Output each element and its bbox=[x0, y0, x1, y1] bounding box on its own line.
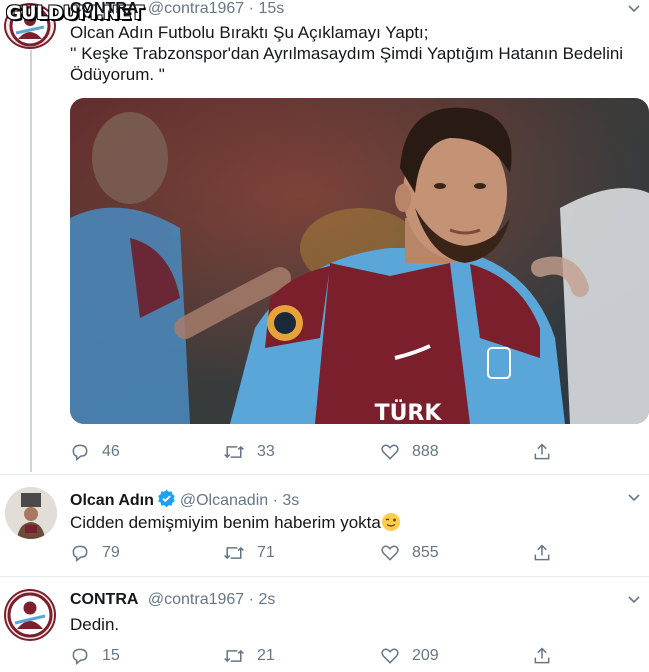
retweet-icon bbox=[224, 649, 244, 663]
winking-face-emoji bbox=[381, 513, 400, 531]
author-handle[interactable]: @Olcanadin bbox=[180, 492, 268, 509]
verified-badge-icon bbox=[158, 489, 175, 508]
retweet-icon bbox=[224, 445, 244, 459]
tweet-text-content: Cidden demişmiyim benim haberim yokta bbox=[70, 513, 381, 532]
tweet-timestamp[interactable]: 15s bbox=[258, 0, 284, 17]
retweet-count: 71 bbox=[257, 544, 275, 561]
tweet-timestamp[interactable]: 2s bbox=[258, 591, 275, 608]
like-button[interactable]: 209 bbox=[380, 646, 439, 666]
tweet-text: Cidden demişmiyim benim haberim yokta bbox=[70, 512, 401, 533]
like-count: 209 bbox=[412, 647, 439, 664]
like-icon bbox=[381, 648, 399, 664]
chevron-down-icon[interactable] bbox=[627, 2, 641, 16]
author-name[interactable]: Olcan Adın bbox=[70, 492, 154, 509]
author-handle[interactable]: @contra1967 bbox=[148, 591, 244, 608]
reply-button[interactable]: 79 bbox=[70, 543, 120, 563]
like-count: 855 bbox=[412, 544, 439, 561]
like-count: 888 bbox=[412, 443, 439, 460]
tweet-divider bbox=[0, 474, 649, 475]
like-button[interactable]: 888 bbox=[380, 442, 439, 462]
chevron-down-icon[interactable] bbox=[627, 593, 641, 607]
tweet-header: CONTRA @contra1967 · 15s bbox=[70, 0, 284, 18]
retweet-button[interactable]: 71 bbox=[223, 543, 275, 563]
tweet-header: Olcan Adın @Olcanadin · 3s bbox=[70, 489, 299, 510]
like-button[interactable]: 855 bbox=[380, 543, 439, 563]
like-icon bbox=[381, 545, 399, 561]
like-icon bbox=[381, 444, 399, 460]
author-name[interactable]: CONTRA bbox=[70, 0, 138, 17]
separator-dot: · bbox=[248, 591, 254, 608]
author-name[interactable]: CONTRA bbox=[70, 591, 138, 608]
retweet-button[interactable]: 33 bbox=[223, 442, 275, 462]
retweet-icon bbox=[224, 546, 244, 560]
tweet-actions: 46 33 888 bbox=[70, 442, 570, 464]
tweet-actions: 79 71 855 bbox=[70, 543, 570, 565]
football-player-photo: TÜRK bbox=[70, 98, 649, 424]
share-icon bbox=[534, 647, 550, 664]
avatar-contra[interactable] bbox=[4, 589, 56, 641]
retweet-count: 33 bbox=[257, 443, 275, 460]
separator-dot: · bbox=[248, 0, 254, 17]
tweet-text-line: '' Keşke Trabzonspor'dan Ayrılmasaydım Ş… bbox=[70, 44, 624, 63]
tweet-text-content: Dedin. bbox=[70, 615, 120, 634]
jersey-sponsor-text: TÜRK bbox=[375, 400, 443, 424]
author-handle[interactable]: @contra1967 bbox=[148, 0, 244, 17]
retweet-count: 21 bbox=[257, 647, 275, 664]
profile-photo-icon bbox=[5, 487, 57, 539]
share-icon bbox=[534, 443, 550, 460]
reply-count: 79 bbox=[102, 544, 120, 561]
tweet-divider bbox=[0, 576, 649, 577]
share-icon bbox=[534, 544, 550, 561]
reply-icon bbox=[72, 444, 88, 462]
reply-count: 46 bbox=[102, 443, 120, 460]
retweet-button[interactable]: 21 bbox=[223, 646, 275, 666]
reply-icon bbox=[72, 648, 88, 666]
tweet-text: Olcan Adın Futbolu Bıraktı Şu Açıklamayı… bbox=[70, 22, 623, 85]
tweet-text: Dedin. bbox=[70, 614, 119, 635]
chevron-down-icon[interactable] bbox=[627, 491, 641, 505]
separator-dot: · bbox=[272, 492, 278, 509]
tweet-timestamp[interactable]: 3s bbox=[282, 492, 299, 509]
tweet-photo[interactable]: TÜRK bbox=[70, 98, 649, 424]
reply-count: 15 bbox=[102, 647, 120, 664]
share-button[interactable] bbox=[532, 543, 564, 563]
contra-logo-icon bbox=[7, 592, 53, 638]
reply-button[interactable]: 15 bbox=[70, 646, 120, 666]
tweet-text-line: Olcan Adın Futbolu Bıraktı Şu Açıklamayı… bbox=[70, 23, 429, 42]
avatar-olcanadin[interactable] bbox=[5, 487, 57, 539]
tweet-header: CONTRA @contra1967 · 2s bbox=[70, 591, 275, 609]
reply-icon bbox=[72, 545, 88, 563]
share-button[interactable] bbox=[532, 646, 564, 666]
reply-button[interactable]: 46 bbox=[70, 442, 120, 462]
tweet-actions: 15 21 209 bbox=[70, 646, 570, 668]
share-button[interactable] bbox=[532, 442, 564, 462]
tweet-text-line: Ödüyorum. " bbox=[70, 65, 165, 84]
thread-connector-line bbox=[30, 50, 32, 472]
